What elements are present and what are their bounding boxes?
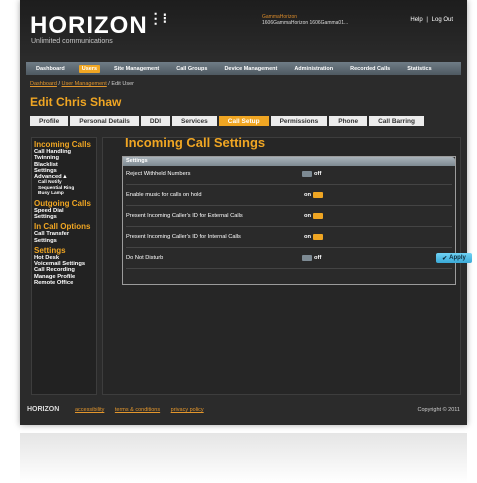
tab-call-setup[interactable]: Call Setup [218, 116, 269, 126]
sidebar-item-remote-office[interactable]: Remote Office [32, 280, 96, 286]
tab-ddi[interactable]: DDI [140, 116, 171, 126]
brand-name: HORIZON [30, 12, 148, 39]
footer-logo: HORIZON [27, 406, 60, 413]
help-link[interactable]: Help [410, 17, 422, 23]
toggle-switch-icon [302, 254, 312, 261]
top-links-separator: | [426, 17, 428, 23]
logout-link[interactable]: Log Out [432, 17, 453, 23]
nav-item-administration[interactable]: Administration [291, 65, 336, 73]
terms-link[interactable]: terms & conditions [115, 407, 160, 413]
page-title: Edit Chris Shaw [30, 95, 122, 109]
setting-label: Present Incoming Caller's ID for Externa… [126, 213, 243, 219]
tab-phone[interactable]: Phone [329, 116, 368, 126]
logo-dots-icon: ⋮⁝ [148, 10, 168, 26]
brand-logo[interactable]: HORIZON⋮⁝ [30, 10, 168, 40]
section-title: Incoming Call Settings [125, 135, 266, 150]
sidebar-heading-in-call-options: In Call Options [34, 222, 91, 232]
caller-id-internal-toggle[interactable]: on [302, 233, 324, 240]
user-info: GammaHorizon 1606GammaHorizon 1606Gamma0… [262, 14, 348, 26]
setting-row-reject-withheld: Reject Withheld Numbers off [126, 170, 452, 185]
user-account: 1606GammaHorizon 1606Gamma01... [262, 20, 349, 26]
breadcrumb-dashboard[interactable]: Dashboard [30, 81, 57, 87]
nav-item-site-management[interactable]: Site Management [111, 65, 162, 73]
nav-item-dashboard[interactable]: Dashboard [33, 65, 68, 73]
nav-item-device-management[interactable]: Device Management [221, 65, 280, 73]
settings-panel: Settings Reject Withheld Numbers off Ena… [122, 156, 456, 285]
apply-label: Apply [449, 255, 466, 261]
settings-panel-heading: Settings [123, 157, 455, 166]
tab-profile[interactable]: Profile [30, 116, 69, 126]
apply-button[interactable]: ✔ Apply [436, 253, 472, 263]
sidebar-heading-outgoing-calls: Outgoing Calls [34, 198, 91, 208]
do-not-disturb-toggle[interactable]: off [302, 254, 323, 261]
breadcrumb-user-management[interactable]: User Management [62, 81, 107, 87]
setting-label: Reject Withheld Numbers [126, 171, 191, 177]
toggle-switch-icon [302, 170, 312, 177]
nav-item-call-groups[interactable]: Call Groups [173, 65, 210, 73]
sidebar-heading-settings: Settings [34, 245, 66, 255]
caller-id-external-toggle[interactable]: on [302, 212, 324, 219]
checkmark-icon: ✔ [442, 255, 448, 262]
toggle-state: on [304, 191, 312, 198]
setting-label: Do Not Disturb [126, 255, 164, 261]
sidebar-item-busy-lamp[interactable]: Busy Lamp [32, 191, 96, 196]
tab-personal-details[interactable]: Personal Details [70, 116, 139, 126]
toggle-switch-icon [313, 191, 324, 198]
top-links: Help | Log Out [410, 17, 453, 23]
tab-call-barring[interactable]: Call Barring [369, 116, 424, 126]
nav-item-statistics[interactable]: Statistics [404, 65, 434, 73]
main-nav: Dashboard Users Site Management Call Gro… [26, 62, 461, 75]
brand-tagline: Unlimited communications [31, 38, 113, 45]
toggle-switch-icon [313, 233, 324, 240]
setting-row-caller-id-internal: Present Incoming Caller's ID for Interna… [126, 233, 452, 248]
nav-item-users[interactable]: Users [78, 64, 101, 73]
toggle-switch-icon [313, 212, 324, 219]
app-window: HORIZON⋮⁝ Unlimited communications Gamma… [20, 0, 472, 425]
tab-services[interactable]: Services [172, 116, 217, 126]
footer-links: accessibility terms & conditions privacy… [75, 407, 213, 413]
privacy-link[interactable]: privacy policy [171, 407, 204, 413]
sidebar-item-in-call-settings[interactable]: Settings [32, 238, 96, 244]
breadcrumb: Dashboard / User Management / Edit User [30, 81, 134, 87]
copyright: Copyright © 2011 [417, 407, 460, 413]
music-on-hold-toggle[interactable]: on [302, 191, 324, 198]
setting-row-caller-id-external: Present Incoming Caller's ID for Externa… [126, 212, 452, 227]
header-bar: HORIZON⋮⁝ Unlimited communications Gamma… [20, 0, 467, 56]
tab-permissions[interactable]: Permissions [270, 116, 328, 126]
footer: HORIZON accessibility terms & conditions… [20, 398, 467, 425]
nav-item-recorded-calls[interactable]: Recorded Calls [347, 65, 393, 73]
reject-withheld-toggle[interactable]: off [302, 170, 323, 177]
toggle-state: off [314, 254, 322, 261]
sidebar-heading-incoming-calls: Incoming Calls [34, 140, 91, 149]
sidebar-item-outgoing-settings[interactable]: Settings [32, 214, 96, 220]
tab-bar: Profile Personal Details DDI Services Ca… [30, 116, 426, 126]
setting-row-do-not-disturb: Do Not Disturb off [126, 254, 452, 269]
setting-row-music-on-hold: Enable music for calls on hold on [126, 191, 452, 206]
toggle-state: on [304, 212, 312, 219]
setting-label: Enable music for calls on hold [126, 192, 202, 198]
accessibility-link[interactable]: accessibility [75, 407, 104, 413]
toggle-state: on [304, 233, 312, 240]
setting-label: Present Incoming Caller's ID for Interna… [126, 234, 241, 240]
toggle-state: off [314, 170, 322, 177]
breadcrumb-current: Edit User [111, 81, 134, 87]
window-reflection [20, 433, 467, 483]
sidebar: Incoming Calls Call Handling Twinning Bl… [31, 137, 97, 395]
main-content: Incoming Call Settings Settings Reject W… [102, 135, 472, 395]
